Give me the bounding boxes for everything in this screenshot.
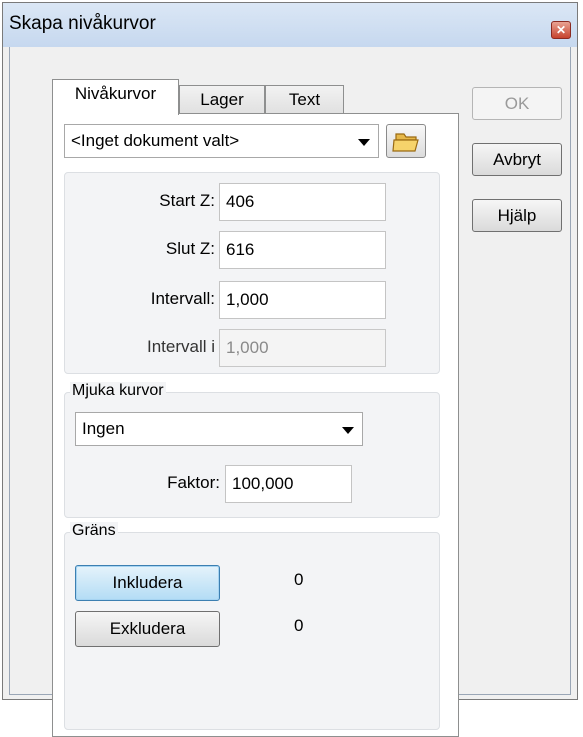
factor-value: 100,000	[232, 474, 294, 493]
window-title: Skapa nivåkurvor	[9, 13, 156, 34]
factor-field[interactable]: 100,000	[225, 465, 352, 503]
include-count: 0	[294, 570, 304, 589]
tab-nivakurvor[interactable]: Nivåkurvor	[52, 79, 179, 115]
ok-button-label: OK	[504, 94, 530, 113]
open-document-button[interactable]	[386, 124, 426, 158]
boundary-group: Gräns Inkludera 0 Exkludera 0	[64, 522, 440, 730]
intervall-field[interactable]: 1,000	[219, 281, 386, 319]
exclude-count: 0	[294, 616, 304, 635]
close-icon: ✕	[555, 23, 567, 37]
include-button[interactable]: Inkludera	[75, 565, 220, 601]
slut-z-field[interactable]: 616	[219, 231, 386, 269]
start-z-label: Start Z:	[159, 191, 215, 210]
tab-text[interactable]: Text	[265, 85, 344, 114]
levels-group: Start Z: 406 Slut Z: 616 Intervall: 1,00…	[64, 172, 440, 374]
tab-lager[interactable]: Lager	[179, 85, 265, 114]
cancel-button[interactable]: Avbryt	[472, 143, 562, 176]
smoothing-select[interactable]: Ingen	[75, 412, 363, 446]
help-button-label: Hjälp	[497, 206, 537, 225]
smooth-curves-label: Mjuka kurvor	[70, 382, 166, 400]
tab-panel-nivakurvor: <Inget dokument valt> Start Z: 406 Slut …	[52, 113, 459, 737]
intervall-label: Intervall:	[150, 289, 215, 308]
exclude-button-label: Exkludera	[109, 619, 186, 638]
tab-label: Lager	[200, 90, 244, 109]
document-select-value: <Inget dokument valt>	[71, 131, 240, 150]
dialog-client: Nivåkurvor Lager Text <Inget dokument va…	[9, 47, 571, 737]
intervall-i-label: Intervall i	[146, 337, 215, 356]
start-z-field[interactable]: 406	[219, 183, 386, 221]
intervall-value: 1,000	[226, 290, 269, 309]
document-select[interactable]: <Inget dokument valt>	[64, 124, 379, 158]
smooth-curves-group: Mjuka kurvor Ingen Faktor: 100,000	[64, 382, 440, 518]
ok-button[interactable]: OK	[472, 87, 562, 120]
close-button[interactable]: ✕	[551, 21, 571, 39]
intervall-i-field: 1,000	[219, 329, 386, 367]
start-z-value: 406	[226, 192, 255, 211]
factor-label: Faktor:	[167, 473, 220, 492]
chevron-down-icon	[342, 427, 354, 434]
tab-label: Nivåkurvor	[74, 84, 157, 103]
folder-icon	[392, 133, 419, 152]
exclude-button[interactable]: Exkludera	[75, 611, 220, 647]
chevron-down-icon	[358, 139, 370, 146]
slut-z-value: 616	[226, 240, 255, 259]
include-button-label: Inkludera	[112, 573, 183, 592]
title-bar[interactable]: Skapa nivåkurvor ✕	[3, 3, 577, 47]
smoothing-select-value: Ingen	[82, 419, 125, 438]
dialog-window: Skapa nivåkurvor ✕ Nivåkurvor Lager Text…	[2, 2, 578, 737]
slut-z-label: Slut Z:	[165, 239, 215, 258]
cancel-button-label: Avbryt	[493, 150, 541, 169]
intervall-i-value: 1,000	[226, 338, 269, 357]
boundary-label: Gräns	[70, 522, 118, 540]
help-button[interactable]: Hjälp	[472, 199, 562, 232]
tab-label: Text	[288, 90, 321, 109]
